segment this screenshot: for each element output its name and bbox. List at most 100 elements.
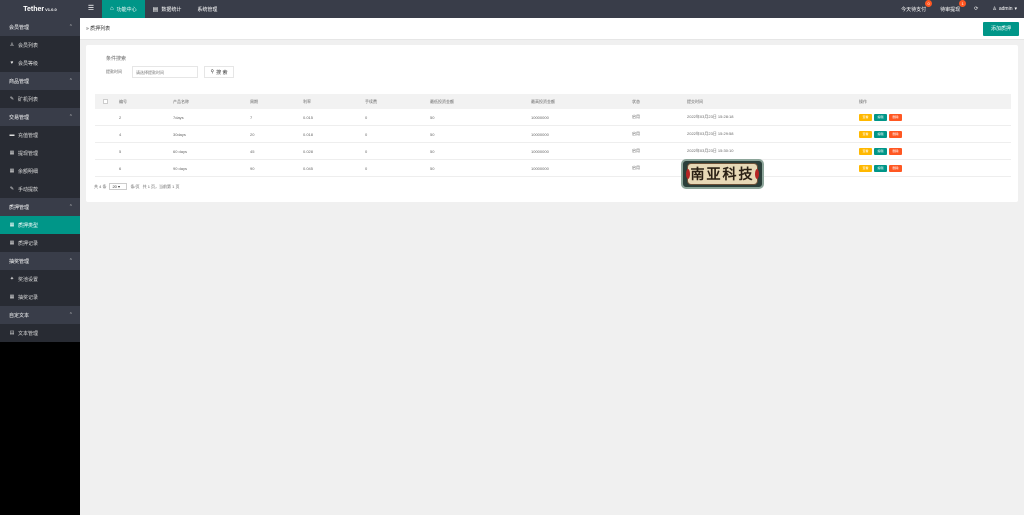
list-icon: ▦ [9, 168, 15, 174]
col-header: 操作 [859, 98, 867, 104]
view-button[interactable]: 查看 [859, 164, 872, 172]
breadcrumb: » 质押列表 [86, 18, 110, 40]
top-right-menu: 今天待支付 0 待审提现 1 ⟳ ♙ admin ▾ [894, 0, 1024, 18]
sidebar-group-staking[interactable]: 质押管理 ⌃ [0, 198, 80, 216]
cell-max: 10000000 [531, 131, 549, 137]
sidebar-item-withdraw[interactable]: ▦ 提现管理 [0, 144, 80, 162]
page-size-select[interactable]: 20 ▾ [109, 183, 128, 190]
edit-button[interactable]: 编辑 [874, 113, 887, 121]
delete-button[interactable]: 删除 [889, 147, 902, 155]
sidebar-item-label: 会员列表 [18, 42, 39, 49]
sidebar-group-label: 会员管理 [9, 24, 30, 31]
chevron-up-icon: ⌃ [68, 24, 73, 30]
tab-statistics[interactable]: ▤ 数据统计 [145, 0, 190, 18]
cell-min: 50 [430, 148, 435, 154]
date-search-input[interactable] [132, 66, 198, 78]
cell-id: 6 [119, 165, 122, 171]
sidebar-item-label: 质押类型 [18, 222, 39, 229]
cell-status: 启用 [632, 131, 640, 136]
chevron-up-icon: ⌃ [68, 78, 73, 84]
content-card: 条件搜索 提款时间 ⚲ 搜 索 编号 产品名称 周期 利率 手续费 最低投资金额… [86, 45, 1018, 202]
staking-table: 编号 产品名称 周期 利率 手续费 最低投资金额 最高投资金额 状态 提交时间 … [95, 94, 1011, 177]
edit-button[interactable]: 编辑 [874, 164, 887, 172]
cell-max: 10000000 [531, 165, 549, 171]
pager-total: 共 4 条 [94, 183, 107, 189]
table-row: 2 7days 7 0.015 0 50 10000000 启用 2022年03… [95, 109, 1011, 126]
sidebar-item-label: 抽奖记录 [18, 294, 39, 301]
search-button[interactable]: ⚲ 搜 索 [204, 66, 234, 78]
delete-button[interactable]: 删除 [889, 164, 902, 172]
table-row: 4 30days 20 0.018 0 50 10000000 启用 2022年… [95, 126, 1011, 143]
cell-rate: 0.018 [303, 131, 314, 137]
menu-toggle-icon[interactable]: ☰ [86, 4, 96, 14]
pending-payment-badge: 0 [925, 0, 933, 7]
sidebar-group-lottery[interactable]: 抽奖管理 ⌃ [0, 252, 80, 270]
cell-fee: 0 [365, 131, 368, 137]
col-header: 提交时间 [687, 98, 703, 104]
sidebar-group-label: 商品管理 [9, 78, 30, 85]
sidebar-item-label: 余额明细 [18, 168, 39, 175]
sidebar-item-text-management[interactable]: ▤ 文本管理 [0, 324, 80, 342]
tab-label: 功能中心 [116, 6, 137, 13]
sidebar-item-member-level[interactable]: ♥ 会员等级 [0, 54, 80, 72]
sidebar-group-transactions[interactable]: 交易管理 ⌃ [0, 108, 80, 126]
cell-period: 45 [250, 148, 255, 154]
col-header: 利率 [303, 98, 311, 104]
sidebar-group-products[interactable]: 商品管理 ⌃ [0, 72, 80, 90]
view-button[interactable]: 查看 [859, 147, 872, 155]
top-bar: Tether V1.0.0 ☰ ⌂ 功能中心 ▤ 数据统计 系统管理 今天待支付 … [0, 0, 1024, 18]
edit-button[interactable]: 编辑 [874, 147, 887, 155]
pending-withdraw-link[interactable]: 待审提现 1 [933, 0, 967, 18]
sidebar-item-label: 奖池设置 [18, 276, 39, 283]
home-icon: ⌂ [110, 6, 114, 12]
cell-id: 2 [119, 114, 122, 120]
top-tabs: ⌂ 功能中心 ▤ 数据统计 系统管理 [102, 0, 225, 18]
tab-function-center[interactable]: ⌂ 功能中心 [102, 0, 145, 18]
refresh-icon[interactable]: ⟳ [967, 0, 985, 18]
cell-min: 50 [430, 131, 435, 137]
pending-payment-link[interactable]: 今天待支付 0 [894, 0, 933, 18]
user-icon: ♙ [992, 6, 997, 12]
sidebar-item-staking-records[interactable]: ▦ 质押记录 [0, 234, 80, 252]
sidebar-item-recharge[interactable]: ▬ 充值管理 [0, 126, 80, 144]
sidebar-item-miner-list[interactable]: ✎ 矿机列表 [0, 90, 80, 108]
user-menu[interactable]: ♙ admin ▾ [985, 0, 1024, 18]
sidebar-item-member-list[interactable]: ♙ 会员列表 [0, 36, 80, 54]
sidebar-group-custom-text[interactable]: 自定文本 ⌃ [0, 306, 80, 324]
delete-button[interactable]: 删除 [889, 130, 902, 138]
sidebar-group-members[interactable]: 会员管理 ⌃ [0, 18, 80, 36]
sidebar-item-balance[interactable]: ▦ 余额明细 [0, 162, 80, 180]
cell-rate: 0.015 [303, 114, 314, 120]
tab-label: 系统管理 [197, 6, 218, 13]
cell-status: 启用 [632, 165, 640, 170]
sidebar-item-lottery-records[interactable]: ▦ 抽奖记录 [0, 288, 80, 306]
add-staking-button[interactable]: 添加质押 [982, 22, 1019, 36]
user-icon: ♙ [9, 42, 15, 48]
view-button[interactable]: 查看 [859, 130, 872, 138]
cell-time: 2022年03月23日 15:28:18 [687, 114, 734, 119]
cell-min: 50 [430, 165, 435, 171]
cell-status: 启用 [632, 148, 640, 153]
edit-button[interactable]: 编辑 [874, 130, 887, 138]
cell-period: 90 [250, 165, 255, 171]
cell-time: 2022年03月23日 15:29:58 [687, 131, 734, 136]
view-button[interactable]: 查看 [859, 113, 872, 121]
select-all-cell [95, 98, 119, 105]
chevron-up-icon: ⌃ [68, 204, 73, 210]
cell-actions: 查看 编辑 删除 [859, 164, 959, 172]
delete-button[interactable]: 删除 [889, 113, 902, 121]
sidebar-item-manual-withdraw[interactable]: ✎ 手动提款 [0, 180, 80, 198]
table-row: 6 90 days 90 0.045 0 50 10000000 启用 查看 编… [95, 160, 1011, 177]
list-icon: ▦ [9, 240, 15, 246]
brand-logo: Tether V1.0.0 [0, 0, 80, 18]
chevron-down-icon: ▾ [1014, 6, 1017, 12]
cell-time: 2022年03月23日 15:30:10 [687, 148, 734, 153]
tab-system[interactable]: 系统管理 [189, 0, 225, 18]
sidebar-item-prize-pool[interactable]: ✦ 奖池设置 [0, 270, 80, 288]
chevron-down-icon: ▾ [118, 184, 121, 189]
select-all-checkbox[interactable] [103, 98, 108, 104]
heart-icon: ♥ [10, 60, 14, 66]
search-field-label: 提款时间 [106, 69, 122, 74]
sidebar-item-label: 提现管理 [18, 150, 39, 157]
sidebar-item-staking-types[interactable]: ▦ 质押类型 [0, 216, 80, 234]
